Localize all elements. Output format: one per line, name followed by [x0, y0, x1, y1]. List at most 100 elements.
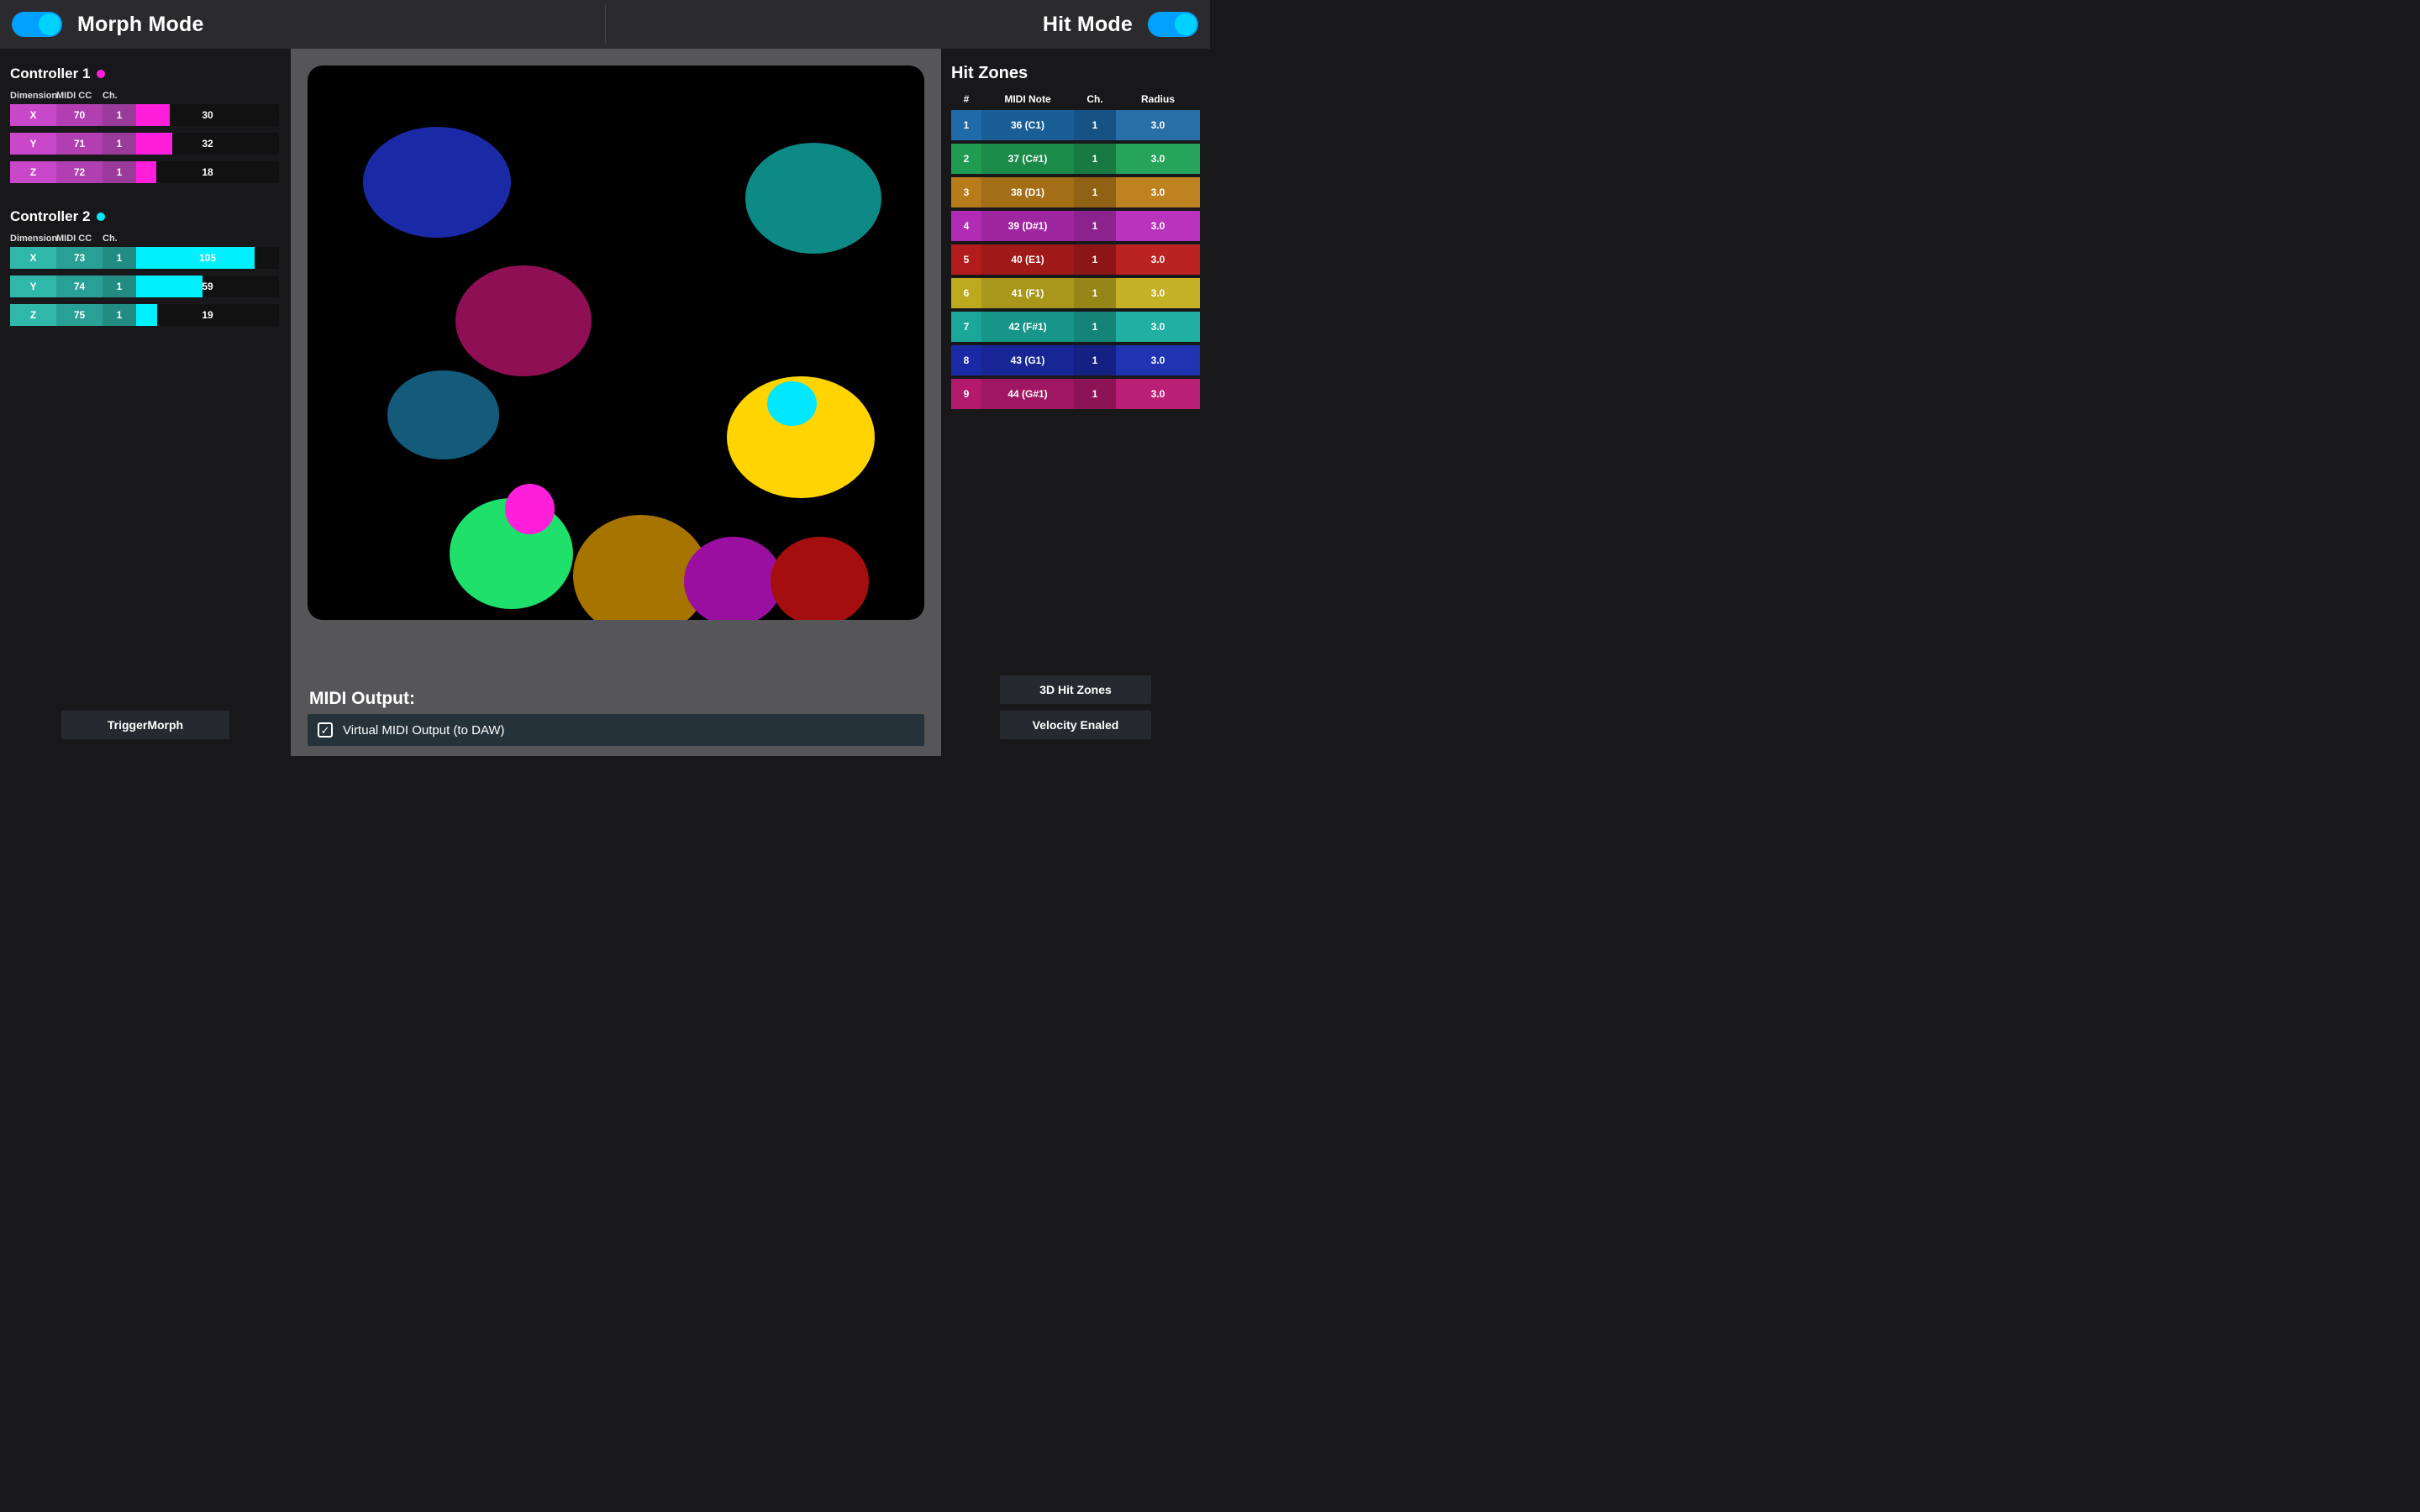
- channel-cell[interactable]: 1: [103, 104, 136, 126]
- zone-ellipse[interactable]: [455, 265, 591, 376]
- midi-cc-cell[interactable]: 70: [56, 104, 103, 126]
- midi-cc-cell[interactable]: 71: [56, 133, 103, 155]
- zone-number: 9: [951, 379, 981, 409]
- visualizer[interactable]: [308, 66, 924, 620]
- channel-cell[interactable]: 1: [103, 304, 136, 326]
- zone-radius[interactable]: 3.0: [1116, 110, 1200, 140]
- zone-channel[interactable]: 1: [1074, 278, 1116, 308]
- dimension-cell: Y: [10, 276, 56, 297]
- zone-number: 8: [951, 345, 981, 375]
- zone-channel[interactable]: 1: [1074, 345, 1116, 375]
- zone-radius[interactable]: 3.0: [1116, 345, 1200, 375]
- hit-zone-row-2[interactable]: 237 (C#1)13.0: [951, 144, 1200, 174]
- hit-zone-row-7[interactable]: 742 (F#1)13.0: [951, 312, 1200, 342]
- dimension-cell: X: [10, 104, 56, 126]
- hit-zone-row-6[interactable]: 641 (F1)13.0: [951, 278, 1200, 308]
- value-slider[interactable]: 30: [136, 104, 279, 126]
- hit-zone-row-3[interactable]: 338 (D1)13.0: [951, 177, 1200, 207]
- value-slider[interactable]: 18: [136, 161, 279, 183]
- midi-cc-cell[interactable]: 75: [56, 304, 103, 326]
- controller-row-x[interactable]: X731105: [10, 247, 281, 269]
- hit-zone-row-4[interactable]: 439 (D#1)13.0: [951, 211, 1200, 241]
- morph-mode-title: Morph Mode: [77, 13, 204, 37]
- 3d-hit-zones-button[interactable]: 3D Hit Zones: [1000, 675, 1151, 704]
- controller-columns: DimensionMIDI CCCh.: [10, 234, 281, 244]
- controller-dot-icon: [97, 213, 105, 221]
- value-slider[interactable]: 32: [136, 133, 279, 155]
- channel-cell[interactable]: 1: [103, 161, 136, 183]
- midi-output-row[interactable]: ✓ Virtual MIDI Output (to DAW): [308, 714, 924, 746]
- value-slider[interactable]: 59: [136, 276, 279, 297]
- col-radius: Radius: [1116, 93, 1200, 105]
- zone-radius[interactable]: 3.0: [1116, 379, 1200, 409]
- zone-radius[interactable]: 3.0: [1116, 278, 1200, 308]
- left-panel: Controller 1DimensionMIDI CCCh.X70130Y71…: [0, 49, 291, 756]
- zone-channel[interactable]: 1: [1074, 379, 1116, 409]
- controller-row-y[interactable]: Y74159: [10, 276, 281, 297]
- hit-zone-row-8[interactable]: 843 (G1)13.0: [951, 345, 1200, 375]
- controller-row-y[interactable]: Y71132: [10, 133, 281, 155]
- controller-dot-icon: [97, 70, 105, 78]
- channel-cell[interactable]: 1: [103, 247, 136, 269]
- zone-note[interactable]: 37 (C#1): [981, 144, 1074, 174]
- zone-note[interactable]: 39 (D#1): [981, 211, 1074, 241]
- zone-note[interactable]: 44 (G#1): [981, 379, 1074, 409]
- controller-row-z[interactable]: Z75119: [10, 304, 281, 326]
- dimension-cell: Y: [10, 133, 56, 155]
- dimension-cell: Z: [10, 161, 56, 183]
- zone-ellipse[interactable]: [505, 484, 555, 533]
- controller-row-z[interactable]: Z72118: [10, 161, 281, 183]
- hit-mode-title: Hit Mode: [1043, 13, 1133, 37]
- zone-ellipse[interactable]: [771, 537, 869, 620]
- zone-number: 7: [951, 312, 981, 342]
- hit-mode-toggle[interactable]: [1148, 12, 1198, 37]
- zone-note[interactable]: 42 (F#1): [981, 312, 1074, 342]
- zone-channel[interactable]: 1: [1074, 177, 1116, 207]
- morph-mode-toggle[interactable]: [12, 12, 62, 37]
- hit-zones-title: Hit Zones: [951, 64, 1200, 83]
- controller-columns: DimensionMIDI CCCh.: [10, 91, 281, 101]
- zone-channel[interactable]: 1: [1074, 211, 1116, 241]
- midi-cc-cell[interactable]: 73: [56, 247, 103, 269]
- center-panel: MIDI Output: ✓ Virtual MIDI Output (to D…: [291, 49, 941, 756]
- zone-note[interactable]: 43 (G1): [981, 345, 1074, 375]
- hit-zone-row-1[interactable]: 136 (C1)13.0: [951, 110, 1200, 140]
- zone-channel[interactable]: 1: [1074, 312, 1116, 342]
- hit-zone-row-9[interactable]: 944 (G#1)13.0: [951, 379, 1200, 409]
- zone-channel[interactable]: 1: [1074, 144, 1116, 174]
- zone-number: 5: [951, 244, 981, 275]
- dimension-cell: X: [10, 247, 56, 269]
- channel-cell[interactable]: 1: [103, 276, 136, 297]
- midi-cc-cell[interactable]: 72: [56, 161, 103, 183]
- channel-cell[interactable]: 1: [103, 133, 136, 155]
- midi-cc-cell[interactable]: 74: [56, 276, 103, 297]
- value-slider[interactable]: 105: [136, 247, 279, 269]
- zone-radius[interactable]: 3.0: [1116, 144, 1200, 174]
- zone-radius[interactable]: 3.0: [1116, 312, 1200, 342]
- zone-ellipse[interactable]: [387, 370, 498, 459]
- controller-1: Controller 1DimensionMIDI CCCh.X70130Y71…: [10, 66, 281, 183]
- value-slider[interactable]: 19: [136, 304, 279, 326]
- zone-ellipse[interactable]: [745, 143, 881, 254]
- velocity-enabled-button[interactable]: Velocity Enaled: [1000, 711, 1151, 739]
- zone-channel[interactable]: 1: [1074, 244, 1116, 275]
- zone-note[interactable]: 40 (E1): [981, 244, 1074, 275]
- zone-ellipse[interactable]: [767, 381, 817, 426]
- midi-output-checkbox[interactable]: ✓: [318, 722, 333, 738]
- trigger-morph-button[interactable]: TriggerMorph: [61, 711, 229, 739]
- zone-radius[interactable]: 3.0: [1116, 211, 1200, 241]
- zone-radius[interactable]: 3.0: [1116, 244, 1200, 275]
- zone-note[interactable]: 38 (D1): [981, 177, 1074, 207]
- hit-zone-row-5[interactable]: 540 (E1)13.0: [951, 244, 1200, 275]
- zone-ellipse[interactable]: [363, 127, 511, 238]
- midi-output-label: Virtual MIDI Output (to DAW): [343, 723, 505, 738]
- controller-title: Controller 1: [10, 66, 281, 82]
- zone-channel[interactable]: 1: [1074, 110, 1116, 140]
- controller-row-x[interactable]: X70130: [10, 104, 281, 126]
- zone-radius[interactable]: 3.0: [1116, 177, 1200, 207]
- zone-note[interactable]: 36 (C1): [981, 110, 1074, 140]
- header: Morph Mode Hit Mode: [0, 0, 1210, 49]
- zone-note[interactable]: 41 (F1): [981, 278, 1074, 308]
- zone-number: 4: [951, 211, 981, 241]
- zone-ellipse[interactable]: [684, 537, 782, 620]
